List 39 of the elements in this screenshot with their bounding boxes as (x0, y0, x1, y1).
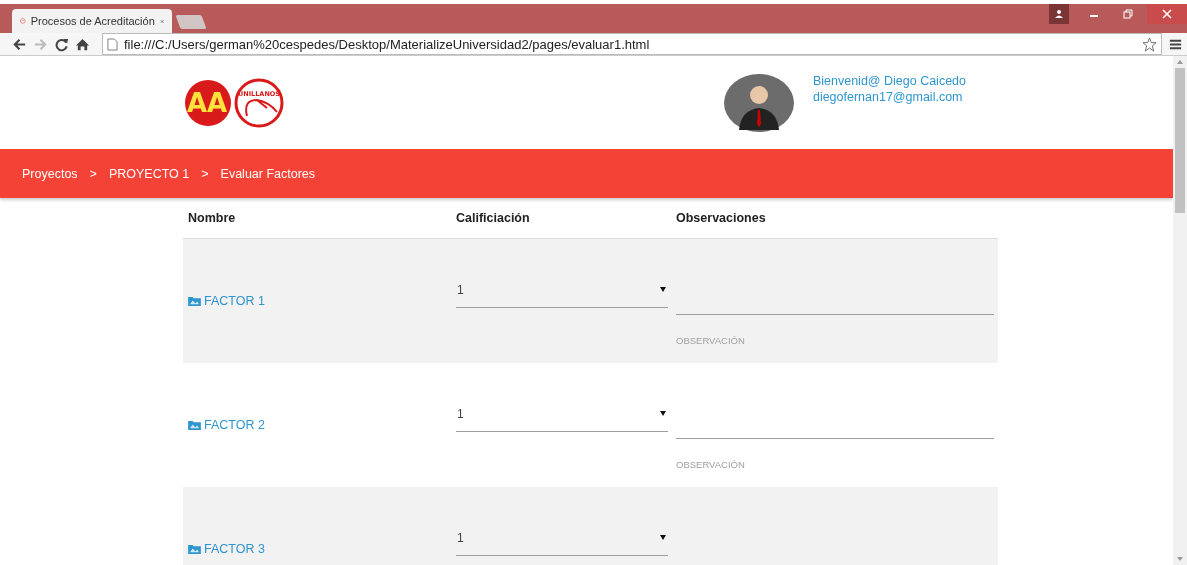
close-icon[interactable] (1147, 4, 1187, 24)
factor-link[interactable]: FACTOR 1 (188, 294, 265, 308)
breadcrumb-link[interactable]: PROYECTO 1 (108, 166, 190, 181)
caret-icon (660, 411, 666, 416)
factor-link[interactable]: FACTOR 2 (188, 418, 265, 432)
forward-icon[interactable] (33, 36, 48, 52)
folder-icon (188, 420, 201, 430)
column-header: Nombre (187, 211, 237, 225)
breadcrumb-separator: > (201, 166, 209, 181)
scrollbar-thumb[interactable] (1175, 68, 1185, 213)
reload-icon[interactable] (54, 36, 69, 52)
breadcrumb-link[interactable]: Evaluar Factores (220, 166, 316, 181)
column-header: Calificiación (456, 211, 531, 225)
field-label: OBSERVACIÓN (676, 459, 746, 470)
new-tab-button[interactable] (175, 15, 207, 29)
url-text: file:///C:/Users/german%20cespedes/Desktop/MaterializeUniversidad2/pages/evaluar1.html (124, 36, 650, 52)
factor-link[interactable]: FACTOR 3 (188, 542, 265, 556)
folder-icon (188, 544, 201, 554)
avatar-silhouette (723, 73, 794, 132)
browser-tab[interactable]: Procesos de Acreditación (12, 9, 172, 33)
caret-icon (660, 535, 666, 540)
back-icon[interactable] (12, 36, 27, 52)
tab-title: Procesos de Acreditación (30, 15, 155, 27)
rating-select[interactable]: 1 (456, 282, 668, 308)
field-label: OBSERVACIÓN (676, 335, 746, 346)
home-icon[interactable] (75, 36, 90, 52)
star-icon[interactable] (1142, 36, 1157, 52)
folder-icon (188, 296, 201, 306)
rating-select[interactable]: 1 (456, 406, 668, 432)
page-icon (107, 37, 118, 51)
breadcrumb-separator: > (89, 166, 97, 181)
breadcrumb-link[interactable]: Proyectos (22, 166, 78, 181)
rating-select[interactable]: 1 (456, 530, 668, 556)
caret-icon (660, 287, 666, 292)
address-bar[interactable]: file:///C:/Users/german%20cespedes/Desktop/MaterializeUniversidad2/pages/evaluar1.html (102, 33, 1162, 55)
user-email: diegofernan17@gmail.com (812, 89, 964, 105)
column-header: Observaciones (676, 211, 767, 225)
welcome-text: Bienvenid@ Diego Caicedo (812, 73, 966, 89)
user-icon[interactable] (1049, 4, 1069, 24)
